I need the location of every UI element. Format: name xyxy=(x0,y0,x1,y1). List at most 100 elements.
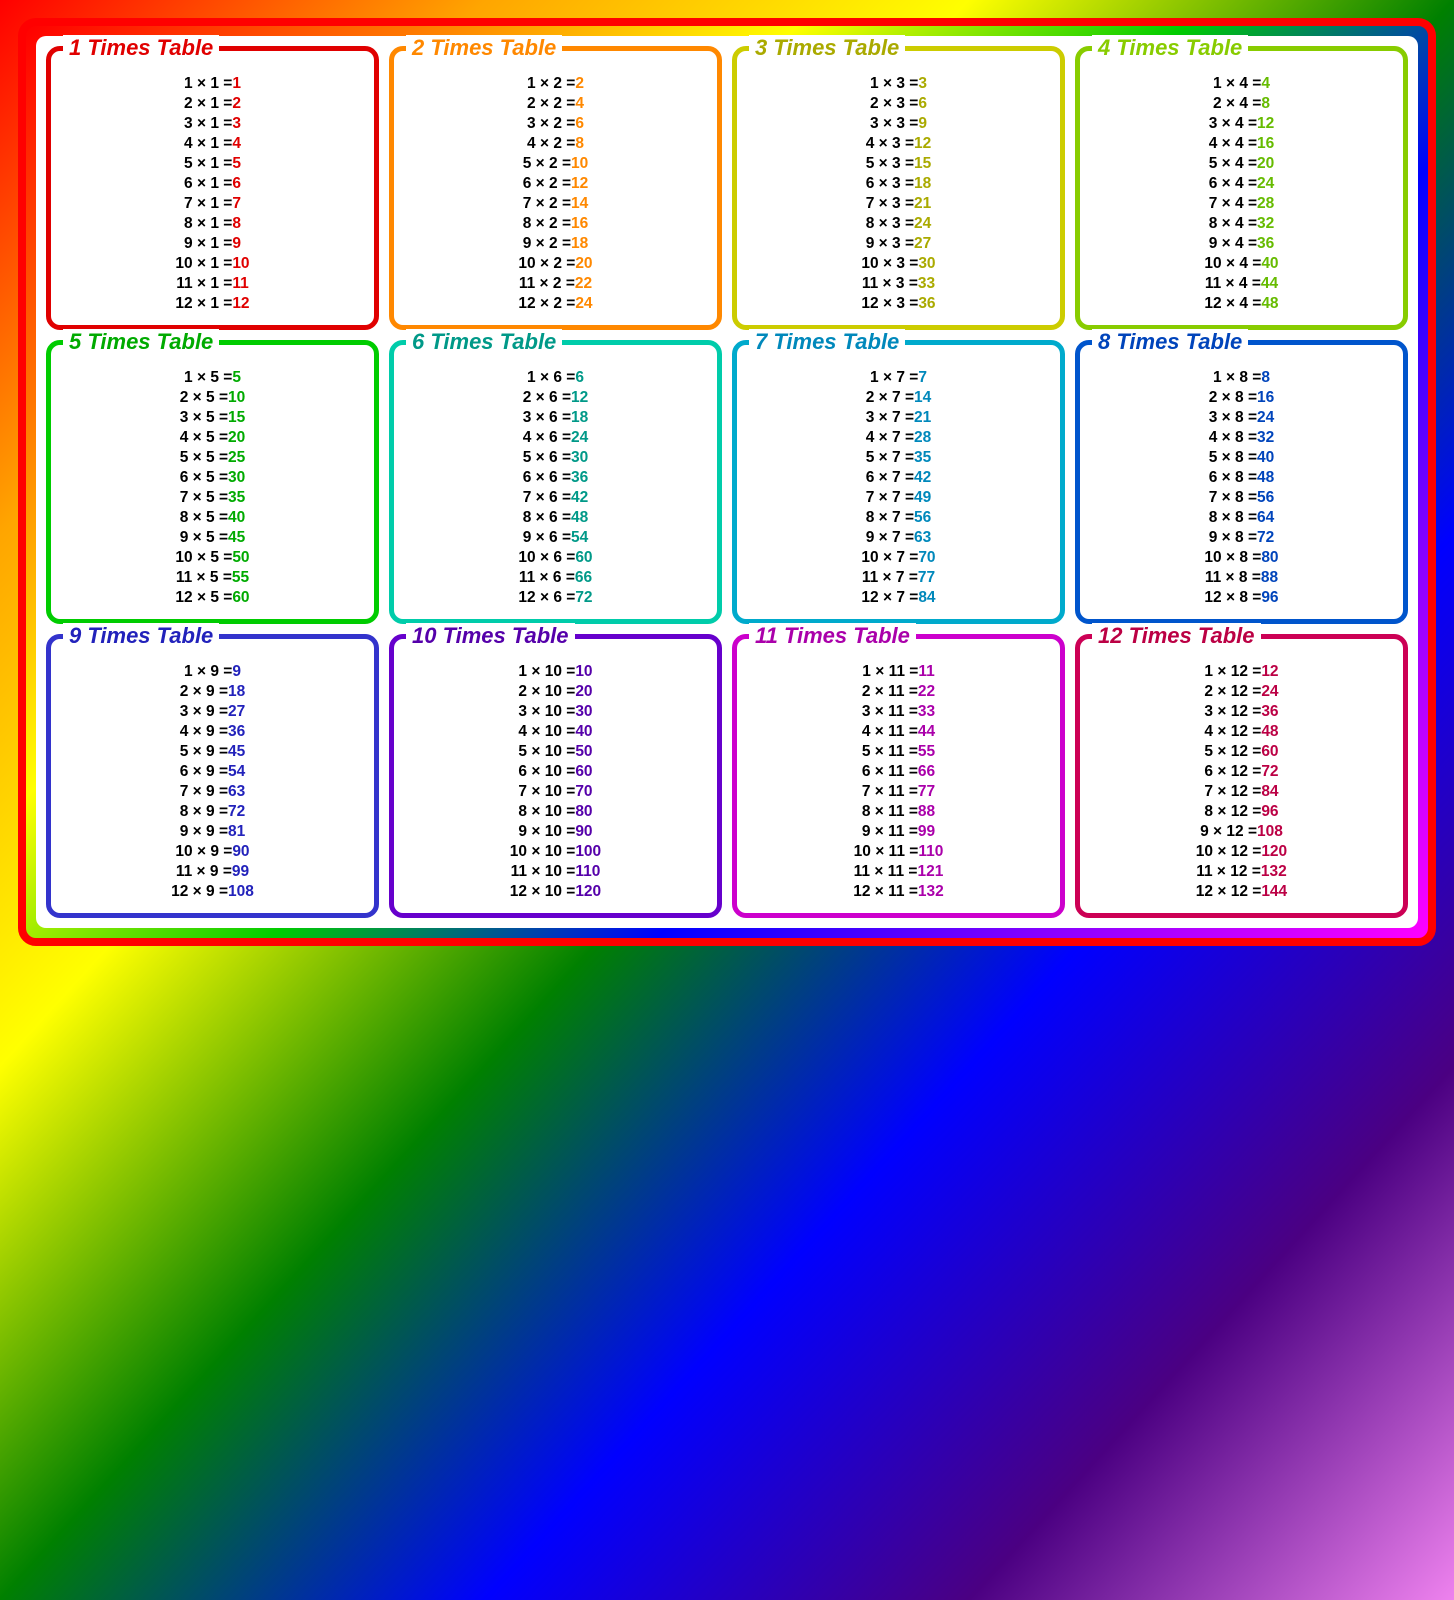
equation-left: 7 × 6 = xyxy=(523,489,571,507)
equation-result: 30 xyxy=(571,449,588,467)
equation-result: 64 xyxy=(1257,509,1274,527)
equation-result: 3 xyxy=(232,115,241,133)
equation-left: 3 × 5 = xyxy=(180,409,228,427)
equation-row: 3 × 6 = 18 xyxy=(406,409,705,427)
equation-left: 2 × 7 = xyxy=(866,389,914,407)
equation-row: 9 × 6 = 54 xyxy=(406,529,705,547)
equation-result: 48 xyxy=(1261,723,1278,741)
equation-row: 10 × 8 = 80 xyxy=(1092,549,1391,567)
equation-row: 3 × 4 = 12 xyxy=(1092,115,1391,133)
equation-result: 56 xyxy=(1257,489,1274,507)
equation-result: 8 xyxy=(1261,95,1270,113)
equation-row: 9 × 3 = 27 xyxy=(749,235,1048,253)
equation-result: 2 xyxy=(575,75,584,93)
equation-row: 5 × 1 = 5 xyxy=(63,155,362,173)
equation-result: 54 xyxy=(571,529,588,547)
equation-result: 40 xyxy=(1257,449,1274,467)
equation-left: 10 × 1 = xyxy=(175,255,232,273)
equation-result: 90 xyxy=(232,843,249,861)
equation-result: 16 xyxy=(571,215,588,233)
equation-result: 7 xyxy=(232,195,241,213)
equation-left: 12 × 10 = xyxy=(510,883,576,901)
equation-left: 4 × 12 = xyxy=(1204,723,1261,741)
equation-row: 6 × 4 = 24 xyxy=(1092,175,1391,193)
equation-left: 8 × 4 = xyxy=(1209,215,1257,233)
equation-row: 12 × 10 = 120 xyxy=(406,883,705,901)
equation-left: 12 × 8 = xyxy=(1204,589,1261,607)
equation-left: 11 × 12 = xyxy=(1196,863,1261,881)
equation-result: 80 xyxy=(575,803,592,821)
equation-result: 15 xyxy=(228,409,245,427)
equation-left: 11 × 5 = xyxy=(176,569,232,587)
equation-result: 14 xyxy=(571,195,588,213)
equation-row: 5 × 5 = 25 xyxy=(63,449,362,467)
equation-left: 9 × 5 = xyxy=(180,529,228,547)
equation-left: 1 × 8 = xyxy=(1213,369,1261,387)
equations-9: 1 × 9 = 92 × 9 = 183 × 9 = 274 × 9 = 365… xyxy=(63,663,362,901)
equation-result: 20 xyxy=(575,255,592,273)
equation-left: 4 × 5 = xyxy=(180,429,228,447)
equation-result: 96 xyxy=(1261,589,1278,607)
equation-result: 6 xyxy=(232,175,241,193)
times-table-card-12: 12 Times Table1 × 12 = 122 × 12 = 243 × … xyxy=(1075,634,1408,918)
equation-result: 35 xyxy=(228,489,245,507)
equation-left: 5 × 6 = xyxy=(523,449,571,467)
equation-result: 100 xyxy=(575,843,601,861)
equation-result: 60 xyxy=(575,763,592,781)
equation-row: 3 × 2 = 6 xyxy=(406,115,705,133)
equation-row: 3 × 9 = 27 xyxy=(63,703,362,721)
equation-row: 4 × 11 = 44 xyxy=(749,723,1048,741)
equation-result: 40 xyxy=(1261,255,1278,273)
equation-result: 18 xyxy=(228,683,245,701)
equation-left: 12 × 7 = xyxy=(861,589,918,607)
equation-row: 5 × 12 = 60 xyxy=(1092,743,1391,761)
equation-row: 7 × 9 = 63 xyxy=(63,783,362,801)
equation-left: 3 × 8 = xyxy=(1209,409,1257,427)
equation-row: 3 × 3 = 9 xyxy=(749,115,1048,133)
equation-result: 4 xyxy=(1261,75,1270,93)
equation-result: 90 xyxy=(575,823,592,841)
equation-result: 12 xyxy=(571,389,588,407)
equations-11: 1 × 11 = 112 × 11 = 223 × 11 = 334 × 11 … xyxy=(749,663,1048,901)
equation-left: 2 × 3 = xyxy=(870,95,918,113)
equation-result: 20 xyxy=(575,683,592,701)
equation-row: 8 × 9 = 72 xyxy=(63,803,362,821)
equation-result: 9 xyxy=(232,235,241,253)
table-title-9: 9 Times Table xyxy=(63,623,219,649)
equation-left: 10 × 12 = xyxy=(1196,843,1262,861)
equation-result: 5 xyxy=(232,369,241,387)
equation-result: 30 xyxy=(228,469,245,487)
equation-result: 54 xyxy=(228,763,245,781)
equation-row: 8 × 10 = 80 xyxy=(406,803,705,821)
equation-row: 6 × 1 = 6 xyxy=(63,175,362,193)
equation-result: 110 xyxy=(918,843,943,861)
equation-result: 77 xyxy=(918,783,935,801)
equation-result: 48 xyxy=(571,509,588,527)
equation-left: 8 × 5 = xyxy=(180,509,228,527)
equation-result: 45 xyxy=(228,529,245,547)
equation-result: 99 xyxy=(918,823,935,841)
table-title-1: 1 Times Table xyxy=(63,35,219,61)
equation-left: 5 × 10 = xyxy=(518,743,575,761)
equation-result: 7 xyxy=(918,369,927,387)
equation-row: 7 × 8 = 56 xyxy=(1092,489,1391,507)
equation-result: 99 xyxy=(232,863,249,881)
equation-left: 5 × 12 = xyxy=(1204,743,1261,761)
equation-result: 40 xyxy=(575,723,592,741)
equation-left: 12 × 4 = xyxy=(1204,295,1261,313)
outer-border: 1 Times Table1 × 1 = 12 × 1 = 23 × 1 = 3… xyxy=(18,18,1436,946)
equation-result: 120 xyxy=(1261,843,1287,861)
equation-row: 6 × 9 = 54 xyxy=(63,763,362,781)
equation-result: 33 xyxy=(918,275,935,293)
equation-result: 63 xyxy=(914,529,931,547)
equation-result: 56 xyxy=(914,509,931,527)
equation-row: 4 × 6 = 24 xyxy=(406,429,705,447)
equation-result: 84 xyxy=(918,589,935,607)
equation-left: 5 × 11 = xyxy=(862,743,918,761)
equation-row: 9 × 12 = 108 xyxy=(1092,823,1391,841)
equation-left: 8 × 1 = xyxy=(184,215,232,233)
equation-left: 7 × 7 = xyxy=(866,489,914,507)
equation-left: 6 × 2 = xyxy=(523,175,571,193)
table-title-8: 8 Times Table xyxy=(1092,329,1248,355)
equation-result: 10 xyxy=(575,663,592,681)
